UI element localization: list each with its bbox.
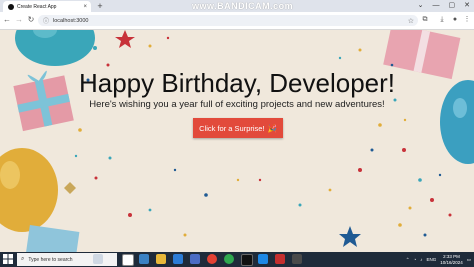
vscode-icon[interactable] xyxy=(258,254,268,264)
bookmark-star-icon[interactable]: ☆ xyxy=(408,17,414,25)
store-icon[interactable] xyxy=(190,254,200,264)
surprise-button[interactable]: Click for a Surprise! 🎉 xyxy=(193,118,283,138)
terminal-icon[interactable] xyxy=(241,254,253,266)
clock[interactable]: 2:33 PM 10/16/2024 xyxy=(440,254,463,266)
windows-start-icon[interactable] xyxy=(3,254,13,264)
address-bar[interactable]: ⓘ localhost:3000 ☆ xyxy=(38,15,418,26)
forward-icon[interactable]: → xyxy=(14,14,24,26)
network-icon[interactable]: ◔ xyxy=(413,257,416,262)
chrome-profile-icon[interactable] xyxy=(224,254,234,264)
chrome-icon[interactable] xyxy=(207,254,217,264)
notification-icon[interactable]: ▭ xyxy=(467,257,471,263)
party-popper-icon: 🎉 xyxy=(267,123,277,133)
taskbar-search-placeholder: Type here to search xyxy=(28,256,73,263)
minimize-icon[interactable]: — xyxy=(433,0,440,12)
volume-icon[interactable]: ♪ xyxy=(420,257,422,262)
clock-time: 2:33 PM xyxy=(443,253,460,259)
app-icon[interactable] xyxy=(292,254,302,264)
extensions-icon[interactable]: ⧉ xyxy=(420,14,430,26)
tab-title: Create React App xyxy=(17,3,57,10)
clock-date: 10/16/2024 xyxy=(440,259,463,265)
widget-icon[interactable] xyxy=(139,254,149,264)
close-window-icon[interactable]: ✕ xyxy=(464,0,470,12)
file-explorer-icon[interactable] xyxy=(156,254,166,264)
download-icon[interactable]: ⤓ xyxy=(437,14,447,26)
profile-icon[interactable]: ● xyxy=(450,14,460,26)
react-favicon-icon xyxy=(8,3,14,10)
edge-icon[interactable] xyxy=(173,254,183,264)
site-info-icon[interactable]: ⓘ xyxy=(43,16,49,25)
task-view-icon[interactable] xyxy=(122,254,134,266)
back-icon[interactable]: ← xyxy=(2,14,12,26)
window-controls: ⌄ — ▢ ✕ xyxy=(418,0,470,12)
surprise-button-label: Click for a Surprise! xyxy=(199,123,265,133)
language-indicator[interactable]: ENG xyxy=(426,257,436,262)
system-tray: ⌃ ◔ ♪ ENG 2:33 PM 10/16/2024 ▭ xyxy=(406,252,471,267)
tray-chevron-icon[interactable]: ⌃ xyxy=(406,257,410,263)
bandicam-icon[interactable] xyxy=(275,254,285,264)
party-decoration xyxy=(0,30,474,252)
page-viewport: Happy Birthday, Developer! Here's wishin… xyxy=(0,30,474,252)
tab-close-icon[interactable]: × xyxy=(83,4,87,10)
reload-icon[interactable]: ↻ xyxy=(26,14,36,26)
menu-icon[interactable]: ⋮ xyxy=(462,14,472,26)
new-tab-button[interactable]: + xyxy=(95,0,105,12)
page-title: Happy Birthday, Developer! xyxy=(78,68,395,98)
search-icon: ⌕ xyxy=(21,256,25,262)
page-subtitle: Here's wishing you a year full of exciti… xyxy=(89,99,385,110)
browser-tab[interactable]: Create React App × xyxy=(3,1,91,12)
url-text: localhost:3000 xyxy=(53,17,89,24)
recording-watermark: www.BANDICAM.com xyxy=(192,1,294,11)
tab-search-icon[interactable]: ⌄ xyxy=(418,0,424,12)
maximize-icon[interactable]: ▢ xyxy=(449,0,456,12)
search-highlight-icon[interactable] xyxy=(93,254,103,264)
